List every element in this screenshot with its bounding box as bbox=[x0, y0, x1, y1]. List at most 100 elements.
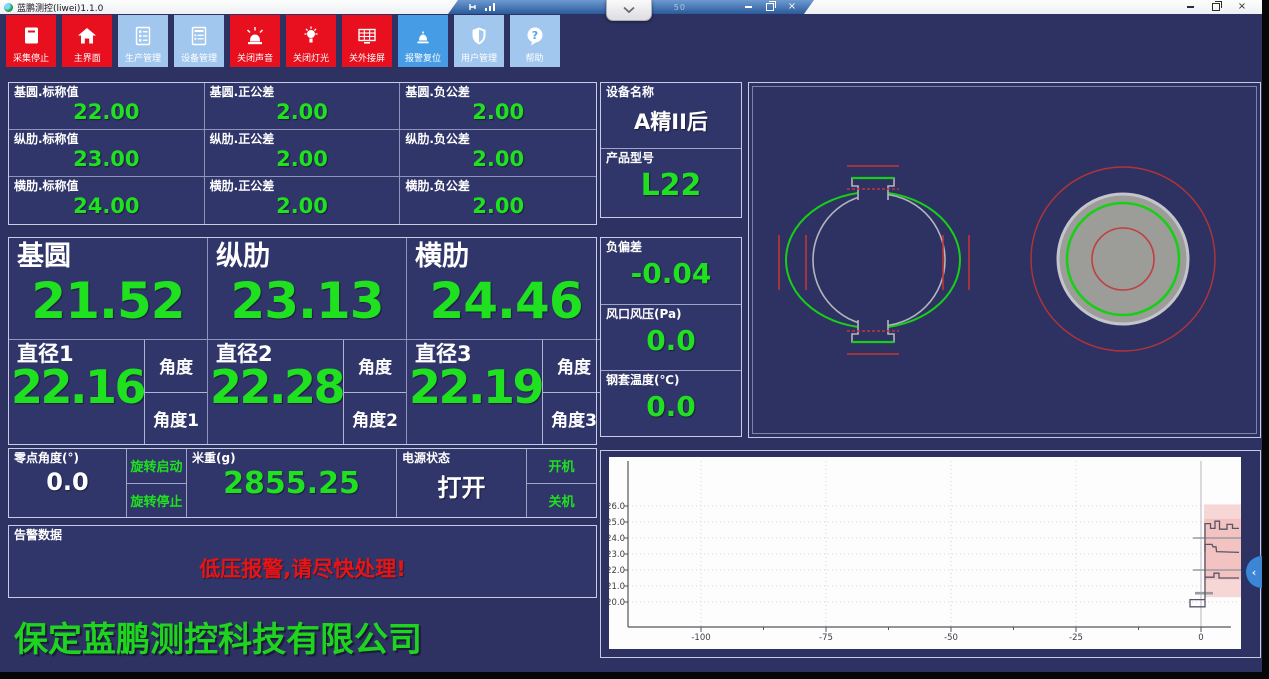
zero-angle-cell: 零点角度(°) 0.0 bbox=[9, 449, 126, 517]
diameter-value: 22.16 bbox=[9, 366, 144, 410]
device-name-value: A精II后 bbox=[601, 106, 741, 136]
alarm-bell-icon bbox=[412, 25, 434, 47]
product-model-label: 产品型号 bbox=[601, 149, 741, 166]
param-label: 基圆.正公差 bbox=[205, 83, 400, 100]
alarm-data-panel: 告警数据 低压报警,请尽快处理! bbox=[8, 525, 597, 598]
pin-icon[interactable] bbox=[468, 2, 478, 12]
param-cell: 基圆.负公差2.00 bbox=[400, 83, 596, 130]
sleeve-temperature-cell: 钢套温度(℃) 0.0 bbox=[601, 371, 741, 436]
toolbar-button-label: 关闭灯光 bbox=[293, 50, 329, 63]
param-label: 纵肋.负公差 bbox=[400, 130, 596, 147]
param-value: 2.00 bbox=[400, 147, 596, 171]
param-label: 纵肋.正公差 bbox=[205, 130, 400, 147]
angle-cell: 角度 bbox=[344, 340, 406, 393]
toolbar-button-label: 报警复位 bbox=[405, 50, 441, 63]
chevron-left-icon: ‹ bbox=[1252, 566, 1257, 579]
power-on-button[interactable]: 开机 bbox=[527, 449, 596, 484]
toolbar-button-alarm-reset[interactable]: 报警复位 bbox=[398, 15, 448, 67]
angle-cell: 角度 bbox=[145, 340, 207, 393]
device-name-label: 设备名称 bbox=[601, 83, 741, 100]
negative-deviation-value: -0.04 bbox=[601, 257, 741, 290]
restore-button[interactable] bbox=[1210, 1, 1222, 13]
screen-edge-right bbox=[1262, 0, 1269, 679]
param-cell: 纵肋.负公差2.00 bbox=[400, 130, 596, 177]
toolbar-button-stop-collection[interactable]: 采集停止 bbox=[6, 15, 56, 67]
toolbar-button-label: 生产管理 bbox=[125, 50, 161, 63]
toolbar-button-help[interactable]: ? 帮助 bbox=[510, 15, 560, 67]
help-icon: ? bbox=[524, 25, 546, 47]
profile-diagrams bbox=[749, 83, 1260, 437]
param-cell: 纵肋.正公差2.00 bbox=[205, 130, 401, 177]
toolbar-button-production-management[interactable]: 生产管理 bbox=[118, 15, 168, 67]
overlay-text-fragment-right: 50 bbox=[674, 3, 686, 12]
device-form-icon bbox=[188, 25, 210, 47]
toolbar-button-label: 主界面 bbox=[73, 50, 100, 63]
meter-weight-cell: 米重(g) 2855.25 bbox=[186, 449, 396, 517]
angle-index-cell: 角度3 bbox=[543, 393, 605, 445]
tolerance-params-grid: 基圆.标称值22.00 基圆.正公差2.00 基圆.负公差2.00 纵肋.标称值… bbox=[8, 82, 597, 225]
param-value: 23.00 bbox=[9, 147, 204, 171]
param-label: 纵肋.标称值 bbox=[9, 130, 204, 147]
measure-column-base-circle: 基圆 21.52 直径1 22.16 角度 角度1 bbox=[9, 238, 208, 444]
svg-text:24.0: 24.0 bbox=[609, 534, 625, 544]
toolbar-button-main-screen[interactable]: 主界面 bbox=[62, 15, 112, 67]
overlay-expand-tab[interactable] bbox=[606, 0, 652, 21]
device-info-panel: 设备名称 A精II后 产品型号 L22 bbox=[600, 82, 742, 218]
app-logo-icon bbox=[4, 3, 13, 12]
measure-value: 24.46 bbox=[407, 276, 605, 326]
param-cell: 横肋.负公差2.00 bbox=[400, 177, 596, 224]
signal-bars-icon bbox=[484, 2, 496, 12]
overlay-window-controls: × bbox=[742, 1, 798, 13]
controls-row: 零点角度(°) 0.0 旋转启动 旋转停止 米重(g) 2855.25 电源状态… bbox=[8, 448, 597, 518]
svg-text:26.0: 26.0 bbox=[609, 502, 625, 512]
rotate-stop-button[interactable]: 旋转停止 bbox=[127, 484, 186, 518]
param-value: 2.00 bbox=[205, 194, 400, 218]
close-button[interactable]: × bbox=[1236, 1, 1248, 13]
profile-diagram-panel bbox=[748, 82, 1261, 438]
param-value: 2.00 bbox=[205, 100, 400, 124]
minimize-button[interactable] bbox=[1184, 1, 1196, 13]
svg-text:?: ? bbox=[532, 29, 538, 42]
sleeve-temperature-label: 钢套温度(℃) bbox=[601, 371, 741, 388]
svg-text:-100: -100 bbox=[691, 633, 710, 643]
diameter-value: 22.19 bbox=[407, 366, 542, 410]
toolbar-button-user-management[interactable]: 用户管理 bbox=[454, 15, 504, 67]
toolbar-button-external-screen-off[interactable]: 关外接屏 bbox=[342, 15, 392, 67]
production-form-icon bbox=[132, 25, 154, 47]
measure-column-cross-rib: 横肋 24.46 直径3 22.19 角度 角度3 bbox=[407, 238, 605, 444]
window-title: 蓝鹏测控(liwei)1.1.0 bbox=[17, 1, 103, 14]
toolbar-button-label: 用户管理 bbox=[461, 50, 497, 63]
meter-weight-label: 米重(g) bbox=[187, 449, 396, 466]
chevron-down-icon bbox=[622, 6, 636, 14]
overlay-minimize-button[interactable] bbox=[742, 1, 754, 13]
bulb-icon bbox=[300, 25, 322, 47]
air-pressure-label: 风口风压(Pa) bbox=[601, 305, 741, 322]
angle-index-cell: 角度1 bbox=[145, 393, 207, 445]
svg-text:25.0: 25.0 bbox=[609, 518, 625, 528]
toolbar-button-label: 设备管理 bbox=[181, 50, 217, 63]
siren-icon bbox=[244, 25, 266, 47]
power-off-button[interactable]: 关机 bbox=[527, 484, 596, 518]
svg-text:0: 0 bbox=[1198, 633, 1203, 643]
shield-icon bbox=[468, 25, 490, 47]
toolbar-button-label: 关外接屏 bbox=[349, 50, 385, 63]
overlay-restore-button[interactable] bbox=[764, 1, 776, 13]
param-label: 横肋.负公差 bbox=[400, 177, 596, 194]
rotate-start-button[interactable]: 旋转启动 bbox=[127, 449, 186, 484]
angle-index-cell: 角度2 bbox=[344, 393, 406, 445]
power-status-value: 打开 bbox=[397, 468, 526, 503]
rotate-buttons-cell: 旋转启动 旋转停止 bbox=[126, 449, 186, 517]
toolbar-button-lights-off[interactable]: 关闭灯光 bbox=[286, 15, 336, 67]
product-model-cell: 产品型号 L22 bbox=[601, 149, 741, 217]
trend-chart-panel: 20.021.022.023.024.025.026.0-100-75-50-2… bbox=[600, 450, 1261, 658]
overlay-close-button[interactable]: × bbox=[786, 1, 798, 13]
toolbar-button-device-management[interactable]: 设备管理 bbox=[174, 15, 224, 67]
meter-weight-value: 2855.25 bbox=[187, 466, 396, 501]
measure-name: 纵肋 bbox=[208, 238, 406, 272]
svg-text:-25: -25 bbox=[1069, 633, 1083, 643]
zero-angle-label: 零点角度(°) bbox=[9, 449, 126, 466]
cross-section-diagram bbox=[1031, 167, 1215, 351]
trend-chart-area: 20.021.022.023.024.025.026.0-100-75-50-2… bbox=[609, 457, 1241, 649]
toolbar-button-mute-sound[interactable]: 关闭声音 bbox=[230, 15, 280, 67]
alarm-message: 低压报警,请尽快处理! bbox=[9, 553, 596, 583]
